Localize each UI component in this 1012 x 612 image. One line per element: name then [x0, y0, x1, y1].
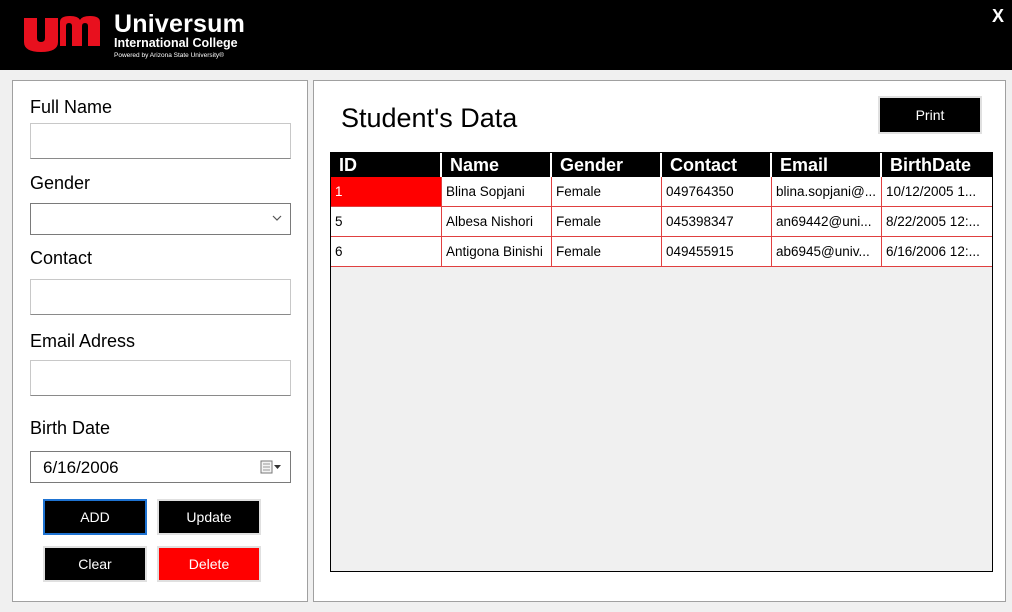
- table-cell[interactable]: Antigona Binishi: [442, 237, 552, 267]
- table-row[interactable]: 1 Blina Sopjani Female 049764350 blina.s…: [331, 177, 992, 207]
- student-data-panel: Student's Data Print ID Name Gender Cont…: [313, 80, 1006, 602]
- table-cell[interactable]: Female: [552, 207, 662, 237]
- close-button[interactable]: X: [992, 6, 1004, 27]
- student-form-panel: Full Name Gender Contact Email Adress Bi…: [12, 80, 308, 602]
- table-header: ID Name Gender Contact Email BirthDate: [331, 153, 992, 177]
- column-header-email[interactable]: Email: [772, 153, 882, 177]
- table-cell[interactable]: Female: [552, 177, 662, 207]
- clear-button[interactable]: Clear: [43, 546, 147, 582]
- table-row[interactable]: 6 Antigona Binishi Female 049455915 ab69…: [331, 237, 992, 267]
- table-cell[interactable]: blina.sopjani@...: [772, 177, 882, 207]
- table-cell[interactable]: 1: [331, 177, 442, 207]
- table-cell[interactable]: 045398347: [662, 207, 772, 237]
- table-cell[interactable]: 6: [331, 237, 442, 267]
- column-header-gender[interactable]: Gender: [552, 153, 662, 177]
- column-header-name[interactable]: Name: [442, 153, 552, 177]
- birth-date-value: 6/16/2006: [43, 458, 119, 477]
- table-cell[interactable]: Female: [552, 237, 662, 267]
- table-cell[interactable]: 8/22/2005 12:...: [882, 207, 992, 237]
- table-cell[interactable]: 6/16/2006 12:...: [882, 237, 992, 267]
- delete-button[interactable]: Delete: [157, 546, 261, 582]
- table-row[interactable]: 5 Albesa Nishori Female 045398347 an6944…: [331, 207, 992, 237]
- table-cell[interactable]: an69442@uni...: [772, 207, 882, 237]
- title-bar: Universum International College Powered …: [0, 0, 1012, 70]
- page-title: Student's Data: [341, 103, 518, 133]
- college-logo: Universum International College Powered …: [22, 10, 262, 64]
- update-button[interactable]: Update: [157, 499, 261, 535]
- table-cell[interactable]: Albesa Nishori: [442, 207, 552, 237]
- students-table[interactable]: ID Name Gender Contact Email BirthDate 1…: [330, 152, 993, 572]
- gender-select[interactable]: [30, 203, 291, 235]
- full-name-input[interactable]: [30, 123, 291, 159]
- table-cell[interactable]: 10/12/2005 1...: [882, 177, 992, 207]
- contact-label: Contact: [30, 248, 93, 268]
- full-name-label: Full Name: [30, 97, 113, 117]
- table-cell[interactable]: 049455915: [662, 237, 772, 267]
- calendar-icon: [260, 460, 281, 474]
- gender-label: Gender: [30, 173, 91, 193]
- table-cell[interactable]: 5: [331, 207, 442, 237]
- brand-powered-by: Powered by Arizona State University®: [114, 52, 224, 59]
- birth-date-picker[interactable]: 6/16/2006: [30, 451, 291, 483]
- column-header-contact[interactable]: Contact: [662, 153, 772, 177]
- column-header-birthdate[interactable]: BirthDate: [882, 153, 992, 177]
- table-cell[interactable]: ab6945@univ...: [772, 237, 882, 267]
- table-cell[interactable]: 049764350: [662, 177, 772, 207]
- email-input[interactable]: [30, 360, 291, 396]
- email-label: Email Adress: [30, 331, 136, 351]
- brand-name: Universum: [114, 10, 246, 38]
- table-cell[interactable]: Blina Sopjani: [442, 177, 552, 207]
- birth-date-label: Birth Date: [30, 418, 111, 438]
- uni-logo-mark-icon: [24, 16, 100, 52]
- chevron-down-icon: [272, 215, 282, 221]
- add-button[interactable]: ADD: [43, 499, 147, 535]
- contact-input[interactable]: [30, 279, 291, 315]
- column-header-id[interactable]: ID: [331, 153, 442, 177]
- brand-subtitle: International College: [114, 36, 238, 50]
- print-button[interactable]: Print: [878, 96, 982, 134]
